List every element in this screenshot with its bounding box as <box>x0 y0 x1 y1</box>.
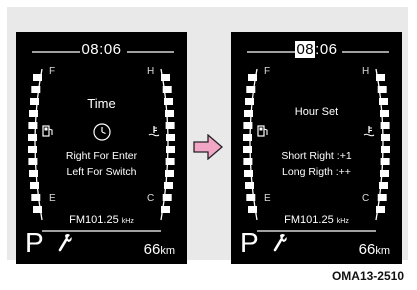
gauge-segment <box>248 74 257 81</box>
gear-indicator: P <box>25 227 44 258</box>
radio-frequency-value: FM101.25 <box>284 214 334 226</box>
menu-instruction-2: Long Rigth :++ <box>282 166 351 178</box>
fuel-pump-icon <box>257 125 268 137</box>
gauge-segment <box>243 122 253 129</box>
clock-minutes: :06 <box>315 41 338 58</box>
wrench-icon <box>273 234 287 252</box>
driving-range-value: 66 <box>358 241 376 258</box>
driving-range-value: 66 <box>143 241 161 258</box>
gauge-segment <box>30 182 39 189</box>
gauge-segment <box>29 110 38 117</box>
gauge-segment <box>377 86 387 93</box>
cluster-display-time-menu: 08:06 F E H C Time Right For Enter Left … <box>16 32 187 264</box>
menu-title: Time <box>87 96 116 111</box>
gauge-segment <box>379 98 388 105</box>
fuel-pump-icon <box>42 125 53 137</box>
gauge-segment <box>380 122 390 129</box>
driving-range: 66km <box>144 241 175 258</box>
gauge-segment <box>376 74 385 81</box>
gauge-segment <box>377 194 387 201</box>
gauge-segment <box>246 86 256 93</box>
gauge-segment <box>243 134 252 141</box>
gauge-segment <box>246 194 256 201</box>
radio-frequency-unit: kHz <box>336 218 349 225</box>
gauge-segment <box>28 134 37 141</box>
radio-frequency: FM101.25 kHz <box>231 214 402 226</box>
gauge-segment <box>379 182 388 189</box>
gauge-segment <box>161 206 170 213</box>
radio-frequency-unit: kHz <box>121 218 134 225</box>
gauge-segment <box>376 206 385 213</box>
fuel-full-label: F <box>49 66 56 77</box>
right-arrow-icon <box>193 134 223 160</box>
clock-display: 08:06 <box>81 41 122 58</box>
radio-frequency-value: FM101.25 <box>69 214 119 226</box>
fuel-full-label: F <box>264 66 271 77</box>
gauge-segment <box>161 74 170 81</box>
gear-indicator: P <box>240 227 259 258</box>
temp-hot-label: H <box>362 66 370 77</box>
gauge-segment <box>245 98 254 105</box>
cluster-display-hour-set: 08:06 F E H C Hour Set Short Right :+1 L… <box>231 32 402 264</box>
clock-icon <box>93 123 111 141</box>
gauge-segment <box>381 134 390 141</box>
fuel-empty-label: E <box>264 193 271 204</box>
gauge-segment <box>245 182 254 189</box>
gauge-segment <box>164 182 173 189</box>
gauge-segment <box>165 122 175 129</box>
gauge-segment <box>28 122 38 129</box>
temp-hot-label: H <box>147 66 155 77</box>
menu-instruction-1: Right For Enter <box>65 150 138 162</box>
gauge-segment <box>248 206 257 213</box>
gauge-segment <box>33 74 42 81</box>
gauge-segment <box>31 86 41 93</box>
temp-cold-label: C <box>147 193 155 204</box>
temp-cold-label: C <box>362 193 370 204</box>
gauge-segment <box>162 86 172 93</box>
gauge-segment <box>162 194 172 201</box>
coolant-temp-icon <box>148 126 160 137</box>
gauge-segment <box>166 134 175 141</box>
radio-frequency: FM101.25 kHz <box>16 214 187 226</box>
fuel-empty-label: E <box>49 193 56 204</box>
menu-title: Hour Set <box>294 106 339 118</box>
clock-display: 08:06 <box>231 41 402 58</box>
driving-range-unit: km <box>160 245 175 257</box>
wrench-icon <box>58 234 72 252</box>
gauge-segment <box>31 194 41 201</box>
gauge-segment <box>33 206 42 213</box>
driving-range-unit: km <box>375 245 390 257</box>
clock-hour-highlighted: 08 <box>295 41 316 58</box>
coolant-temp-icon <box>363 126 375 137</box>
menu-instruction-2: Left For Switch <box>66 166 137 178</box>
menu-instruction-1: Short Right :+1 <box>281 150 352 162</box>
gauge-segment <box>165 110 174 117</box>
driving-range: 66km <box>359 241 390 258</box>
figure-code: OMA13-2510 <box>331 269 404 283</box>
